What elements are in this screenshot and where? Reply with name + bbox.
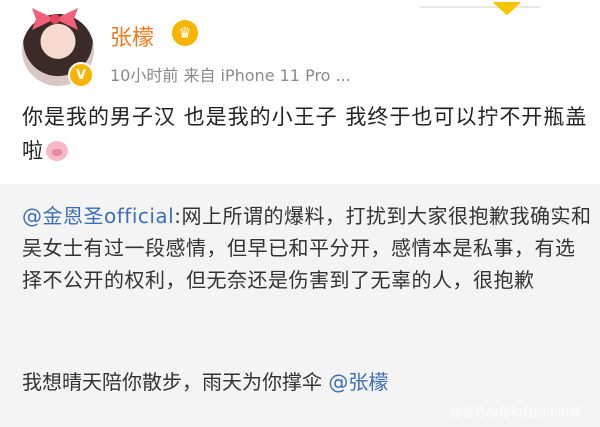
chevron-icon xyxy=(493,1,521,16)
mention-link[interactable]: @金恩圣official xyxy=(22,204,174,228)
repost-card[interactable]: @金恩圣official:网上所谓的爆料，打扰到大家很抱歉我确实和吴女士有过一段… xyxy=(0,184,600,427)
crown-icon: ♛ xyxy=(172,20,198,46)
post-header: V 张檬 ♛ 10小时前 来自 iPhone 11 Pro ... xyxy=(0,0,600,96)
bow-icon xyxy=(32,8,78,30)
repost-text: @金恩圣official:网上所谓的爆料，打扰到大家很抱歉我确实和吴女士有过一段… xyxy=(22,200,592,296)
repost-line2-text: 我想晴天陪你散步，雨天为你撑伞 xyxy=(22,370,329,394)
divider xyxy=(420,6,540,8)
repost-line2: 我想晴天陪你散步，雨天为你撑伞 @张檬 xyxy=(22,366,388,398)
watermark: 搜狐号@我和我的小时候 xyxy=(449,406,582,420)
avatar[interactable]: V xyxy=(18,6,100,88)
verified-badge-icon: V xyxy=(68,62,94,88)
post-text-content: 你是我的男子汉 也是我的小王子 我终于也可以拧不开瓶盖啦 xyxy=(22,105,588,163)
username[interactable]: 张檬 xyxy=(110,20,154,52)
post-text: 你是我的男子汉 也是我的小王子 我终于也可以拧不开瓶盖啦 xyxy=(22,100,592,168)
mention-link-2[interactable]: @张檬 xyxy=(328,370,388,394)
post-meta: 10小时前 来自 iPhone 11 Pro ... xyxy=(110,66,351,85)
pig-emoji-icon xyxy=(46,141,68,161)
